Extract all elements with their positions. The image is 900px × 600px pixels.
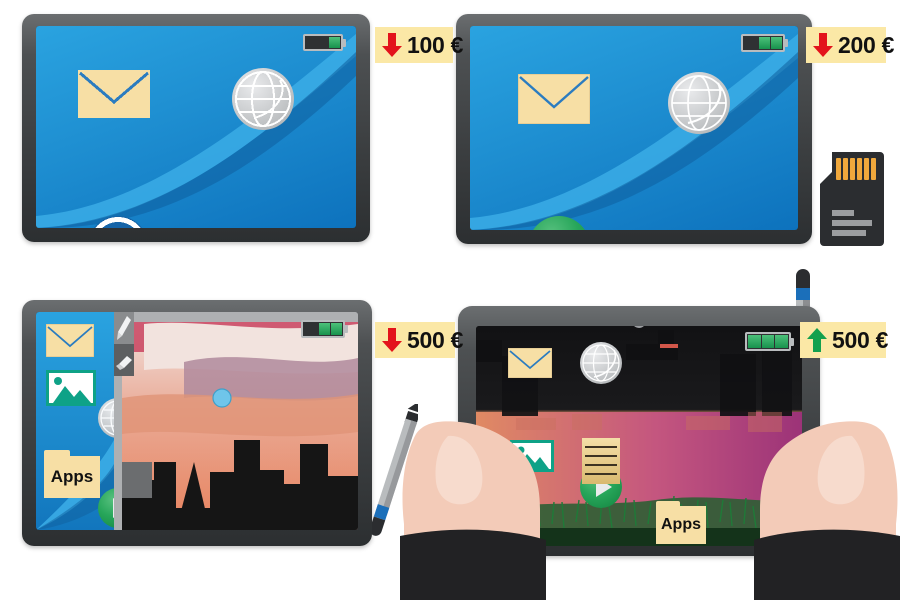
mail-glyph [45, 323, 95, 358]
tablet-midrange-screen-frame [470, 26, 798, 230]
folder-tab [44, 450, 70, 458]
price-tag-1-amount: 100 € [407, 31, 464, 58]
scene-root: 100 € 200 € Apps 500 € Apps 500 € [0, 0, 900, 600]
arrow-up-icon [806, 327, 828, 353]
sd-card-glyph [820, 152, 884, 246]
mail-icon[interactable] [517, 73, 591, 125]
tool-palette[interactable] [114, 312, 134, 376]
globe-icon[interactable] [232, 68, 294, 130]
brush-tool-icon[interactable] [114, 312, 134, 344]
app-sidebar[interactable]: Apps [36, 312, 114, 530]
price-tag-3-amount: 500 € [407, 326, 464, 353]
play-glyph [528, 216, 590, 230]
play-glyph [113, 498, 114, 518]
mail-flap [78, 70, 150, 118]
globe-lines [100, 400, 114, 436]
photo-icon[interactable] [46, 370, 96, 406]
tablet-drawing-screen-frame: Apps [36, 312, 358, 530]
globe-lines [235, 71, 291, 127]
arrow-down-icon [812, 32, 834, 58]
brush-glyph [117, 316, 131, 340]
play-icon[interactable] [528, 216, 590, 230]
apps-folder-icon[interactable]: Apps [44, 450, 100, 498]
play-icon[interactable] [88, 216, 148, 228]
battery-indicator [303, 34, 346, 51]
price-tag-2: 200 € [806, 27, 894, 63]
eraser-glyph [116, 356, 132, 370]
photo-glyph [49, 373, 93, 403]
mail-glyph [517, 73, 591, 125]
tablet-drawing-screen[interactable]: Apps [36, 312, 358, 530]
apps-folder-label: Apps [50, 467, 94, 486]
wallpaper-swoosh-decoration [470, 34, 798, 230]
sd-card-icon[interactable] [820, 152, 884, 246]
price-tag-4-amount: 500 € [832, 326, 889, 353]
play-icon[interactable] [98, 488, 114, 528]
tablet-drawing[interactable]: Apps [22, 300, 372, 546]
price-tag-4: 500 € [800, 322, 889, 358]
canvas-artwork [114, 312, 358, 530]
hands [400, 421, 900, 600]
battery-indicator [301, 320, 348, 338]
tablet-budget-screen-frame [36, 26, 356, 228]
globe-icon[interactable] [668, 72, 730, 134]
tablet-budget-screen[interactable] [36, 26, 356, 228]
eraser-tool-icon[interactable] [114, 344, 134, 376]
globe-lines [671, 75, 727, 131]
tablet-midrange[interactable] [456, 14, 812, 244]
arrow-down-icon [381, 32, 403, 58]
price-tag-3: 500 € [375, 322, 463, 358]
globe-icon[interactable] [98, 398, 114, 438]
mail-icon[interactable] [45, 323, 95, 358]
price-tag-1: 100 € [375, 27, 463, 63]
play-glyph [95, 217, 141, 228]
drawing-canvas[interactable] [114, 312, 358, 530]
battery-indicator [741, 34, 788, 52]
wallpaper-swoosh-decoration [36, 34, 356, 228]
tablet-midrange-screen[interactable] [470, 26, 798, 230]
arrow-down-icon [381, 327, 403, 353]
battery-indicator [745, 332, 794, 351]
price-tag-2-amount: 200 € [838, 31, 895, 58]
tablet-budget[interactable] [22, 14, 370, 242]
mail-icon[interactable] [78, 70, 150, 118]
